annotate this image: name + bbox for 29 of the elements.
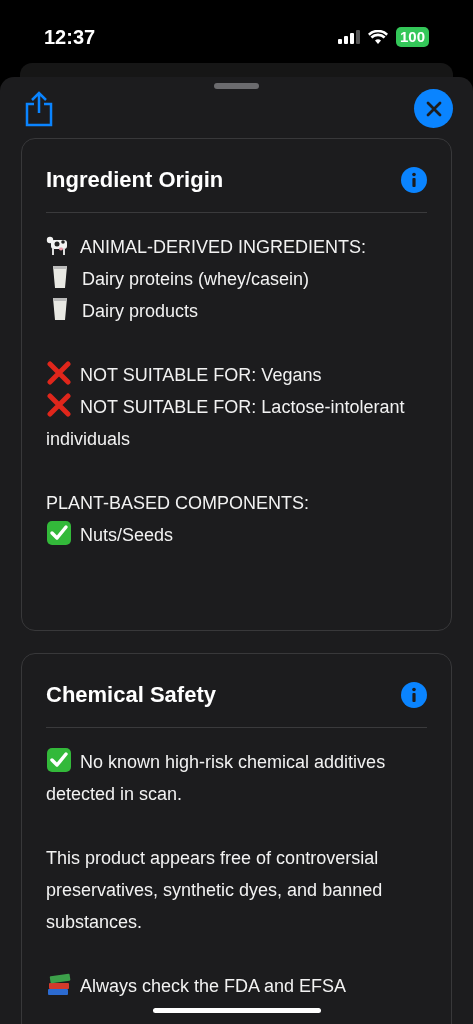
close-icon <box>425 100 442 117</box>
card-text: No known high-risk chemical additives detected in scan. <box>46 746 427 810</box>
drag-handle[interactable] <box>214 83 259 89</box>
card-text: Dairy products <box>46 295 427 327</box>
card-text: Dairy proteins (whey/casein) <box>46 263 427 295</box>
card-text: Always check the FDA and EFSA <box>46 970 427 1002</box>
cross-icon <box>46 361 72 385</box>
cross-icon <box>46 393 72 417</box>
card-text: PLANT-BASED COMPONENTS: <box>46 492 311 515</box>
card-title: Chemical Safety <box>46 681 216 709</box>
clock: 12:37 <box>44 25 96 50</box>
card-text: NOT SUITABLE FOR: Vegans <box>46 359 427 391</box>
battery-indicator: 100 <box>395 27 429 47</box>
wifi-icon <box>367 29 388 45</box>
card-title: Ingredient Origin <box>46 166 224 194</box>
close-button[interactable] <box>414 89 453 128</box>
info-icon[interactable] <box>401 681 427 708</box>
glass-icon <box>50 297 70 321</box>
signal-icon <box>337 30 360 44</box>
card-text: This product appears free of controversial preservatives, synthetic dyes, and banned substances. <box>46 847 384 934</box>
card-text: ANIMAL-DERIVED INGREDIENTS: <box>46 231 427 263</box>
check-icon <box>46 748 72 772</box>
check-icon <box>46 521 72 545</box>
glass-icon <box>50 265 70 289</box>
card-text: Nuts/Seeds <box>46 519 427 551</box>
card-text: NOT SUITABLE FOR: Lactose-intolerant individuals <box>46 391 427 455</box>
books-icon <box>46 972 72 996</box>
share-icon[interactable] <box>24 90 54 127</box>
info-icon[interactable] <box>401 166 427 193</box>
